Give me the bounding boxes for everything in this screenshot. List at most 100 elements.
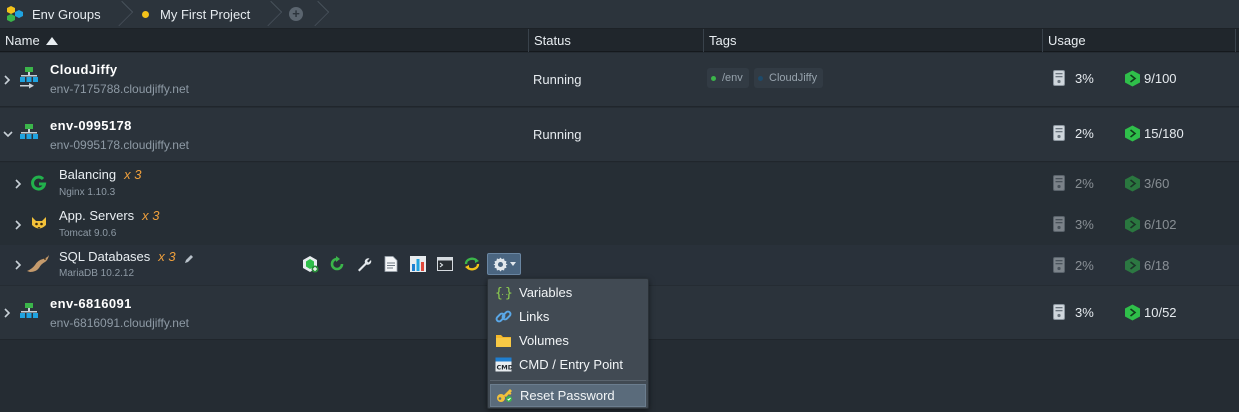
svg-text:CMD: CMD	[497, 364, 513, 372]
env-name[interactable]: env-0995178	[50, 118, 132, 133]
node-label: SQL Databases	[59, 249, 151, 264]
cloudlets-usage: 3/60	[1124, 175, 1169, 192]
menu-item-variables[interactable]: {}.. Variables	[490, 281, 646, 304]
disk-icon	[1053, 257, 1065, 273]
plus-icon: +	[289, 7, 303, 21]
disk-icon	[1053, 70, 1065, 86]
menu-item-label: Volumes	[519, 333, 569, 348]
tag-env[interactable]: /env	[707, 68, 749, 88]
node-version: Tomcat 9.0.6	[59, 228, 117, 239]
mariadb-icon	[26, 254, 50, 274]
column-name[interactable]: Name	[0, 29, 529, 52]
braces-icon: {}..	[495, 284, 512, 301]
disk-usage-value: 3%	[1075, 70, 1094, 86]
tomcat-icon	[30, 215, 48, 233]
disk-icon	[1053, 304, 1065, 320]
env-topology-icon	[19, 124, 39, 140]
chevron-right-icon[interactable]	[3, 308, 11, 318]
nginx-icon	[30, 174, 48, 192]
tag-label: CloudJiffy	[769, 72, 818, 84]
menu-item-links[interactable]: Links	[490, 305, 646, 328]
disk-usage-value: 3%	[1075, 304, 1094, 320]
tab-label: Env Groups	[32, 6, 101, 22]
add-node-button[interactable]	[300, 254, 320, 274]
status-text: Running	[533, 72, 582, 87]
project-dot-icon	[142, 10, 149, 18]
cloudlets-usage: 9/100	[1124, 70, 1177, 87]
node-name[interactable]: SQL Databases x 3	[59, 249, 176, 264]
chevron-right-icon[interactable]	[14, 220, 22, 230]
cloudlet-icon	[1124, 175, 1141, 192]
tag-label: /env	[722, 72, 743, 84]
table-row[interactable]: env-0995178 env-0995178.cloudjiffy.net R…	[0, 108, 1239, 162]
node-version: Nginx 1.10.3	[59, 187, 116, 198]
column-status[interactable]: Status	[529, 29, 704, 52]
tab-separator	[314, 0, 328, 28]
svg-text:..: ..	[501, 289, 509, 297]
column-usage[interactable]: Usage	[1043, 29, 1236, 52]
menu-item-volumes[interactable]: Volumes	[490, 329, 646, 352]
node-name[interactable]: Balancing x 3	[59, 167, 141, 182]
disk-usage: 2%	[1053, 125, 1094, 141]
column-label: Status	[534, 33, 571, 48]
tag-cloudjiffy[interactable]: CloudJiffy	[754, 68, 824, 88]
redeploy-button[interactable]	[462, 254, 482, 274]
statistics-button[interactable]	[408, 254, 428, 274]
env-domain[interactable]: env-0995178.cloudjiffy.net	[50, 138, 189, 152]
cmd-icon: CMD	[495, 356, 512, 373]
env-name[interactable]: env-6816091	[50, 296, 132, 311]
env-topology-icon	[19, 67, 39, 89]
chevron-right-icon[interactable]	[14, 260, 22, 270]
table-row[interactable]: App. Servers x 3 Tomcat 9.0.6 3% 6/102	[0, 204, 1239, 245]
settings-dropdown-button[interactable]	[487, 253, 521, 275]
menu-item-label: Links	[519, 309, 550, 324]
config-wrench-button[interactable]	[354, 254, 374, 274]
disk-usage-value: 2%	[1075, 175, 1094, 191]
node-label: Balancing	[59, 167, 117, 182]
menu-item-reset-password[interactable]: Reset Password	[490, 384, 646, 407]
node-version: MariaDB 10.2.12	[59, 268, 135, 279]
tag-dot-icon	[758, 75, 763, 81]
log-file-button[interactable]	[381, 254, 401, 274]
env-domain[interactable]: env-7175788.cloudjiffy.net	[50, 82, 189, 96]
tab-separator	[267, 0, 281, 28]
disk-usage: 3%	[1053, 70, 1094, 86]
disk-usage-value: 2%	[1075, 257, 1094, 273]
tab-my-first-project[interactable]: My First Project	[142, 0, 250, 28]
tab-separator	[118, 0, 132, 28]
gear-icon	[492, 256, 508, 272]
edit-pencil-icon[interactable]	[184, 251, 194, 263]
restart-button[interactable]	[327, 254, 347, 274]
menu-separator	[490, 380, 646, 381]
menu-item-cmd-entry-point[interactable]: CMD CMD / Entry Point	[490, 353, 646, 376]
env-name[interactable]: CloudJiffy	[50, 62, 118, 77]
disk-icon	[1053, 175, 1065, 191]
tab-label: My First Project	[160, 6, 251, 22]
tag-dot-icon	[711, 75, 716, 81]
cloudlets-usage: 6/102	[1124, 216, 1177, 233]
node-name[interactable]: App. Servers x 3	[59, 208, 160, 223]
table-row[interactable]: CloudJiffy env-7175788.cloudjiffy.net Ru…	[0, 53, 1239, 107]
chevron-right-icon[interactable]	[14, 179, 22, 189]
key-icon	[496, 387, 513, 404]
disk-usage-value: 2%	[1075, 125, 1094, 141]
node-count: x 3	[158, 249, 176, 264]
web-ssh-button[interactable]	[435, 254, 455, 274]
settings-dropdown-menu: {}.. Variables Links Volumes CMD CMD / E…	[487, 278, 649, 409]
env-topology-icon	[19, 303, 39, 319]
chevron-down-icon[interactable]	[3, 130, 13, 138]
column-tags[interactable]: Tags	[704, 29, 1043, 52]
cloudlet-icon	[1124, 125, 1141, 142]
sort-ascending-icon	[45, 36, 58, 45]
tab-env-groups[interactable]: Env Groups	[6, 0, 101, 28]
env-domain[interactable]: env-6816091.cloudjiffy.net	[50, 316, 189, 330]
cloudlets-usage: 10/52	[1124, 304, 1177, 321]
table-row[interactable]: Balancing x 3 Nginx 1.10.3 2% 3/60	[0, 163, 1239, 204]
cloudlets-value: 9/100	[1144, 71, 1177, 86]
cloudlets-value: 6/102	[1144, 217, 1177, 232]
cloudlet-icon	[1124, 216, 1141, 233]
cloudlet-icon	[1124, 304, 1141, 321]
chevron-right-icon[interactable]	[3, 75, 11, 85]
add-tab-button[interactable]: +	[289, 0, 303, 28]
disk-icon	[1053, 125, 1065, 141]
